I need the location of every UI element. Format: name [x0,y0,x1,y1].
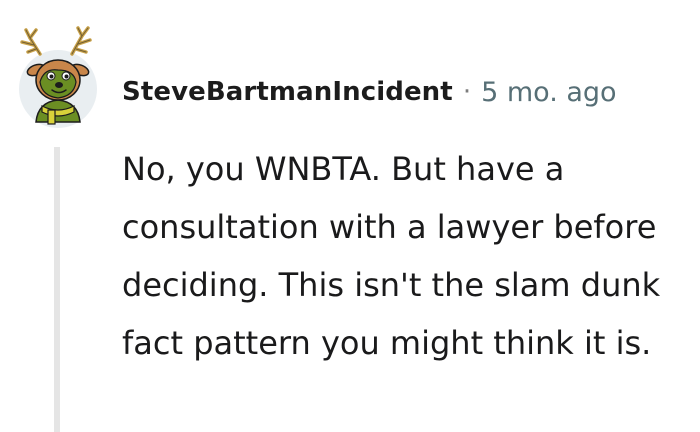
author-username[interactable]: SteveBartmanIncident [122,77,453,107]
thread-collapse-line[interactable] [54,147,60,432]
comment-body: No, you WNBTA. But have a consultation w… [122,150,661,362]
comment-meta: SteveBartmanIncident · 5 mo. ago [122,72,617,112]
meta-separator: · [462,77,472,107]
reindeer-avatar-icon [19,26,97,128]
comment-timestamp[interactable]: 5 mo. ago [481,77,616,108]
comment: SteveBartmanIncident · 5 mo. ago No, you… [0,0,700,432]
user-avatar[interactable] [14,24,100,130]
